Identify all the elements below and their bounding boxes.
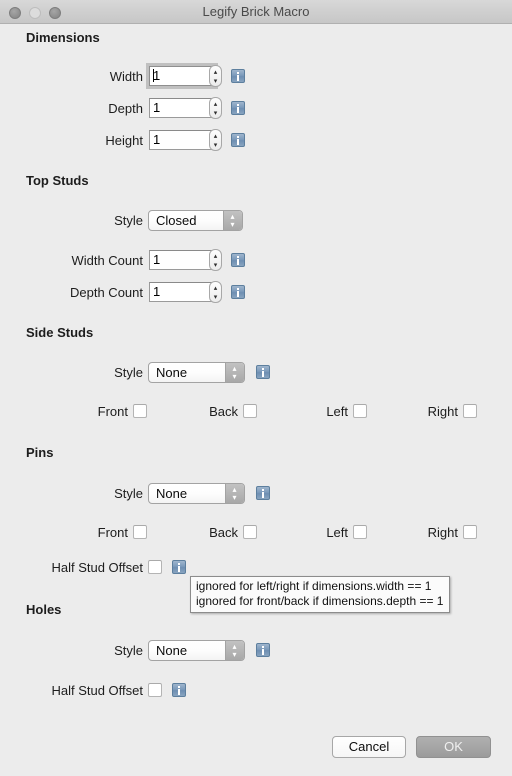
label-pins-style: Style <box>114 486 143 501</box>
stepper-depth[interactable]: ▴ ▾ <box>209 97 222 119</box>
section-header-side-studs: Side Studs <box>26 325 94 340</box>
cancel-button[interactable]: Cancel <box>332 736 406 758</box>
label-pins-left: Left <box>326 525 348 540</box>
info-icon-height[interactable] <box>231 133 245 147</box>
popup-value: Closed <box>156 213 197 228</box>
stepper-height[interactable]: ▴ ▾ <box>209 129 222 151</box>
info-icon-holes-half-stud-offset[interactable] <box>172 683 186 697</box>
info-icon-pins-half-stud-offset[interactable] <box>172 560 186 574</box>
stepper-width[interactable]: ▴ ▾ <box>209 65 222 87</box>
popup-holes-style[interactable]: None ▴ ▾ <box>148 640 245 661</box>
chevron-down-icon: ▾ <box>232 372 237 381</box>
label-side-studs-right: Right <box>427 404 458 419</box>
chevron-updown-icon[interactable]: ▴ ▾ <box>225 363 244 382</box>
text-caret <box>153 69 154 82</box>
info-icon-width[interactable] <box>231 69 245 83</box>
checkbox-pins-half-stud-offset[interactable] <box>148 560 162 574</box>
label-side-studs-back: Back <box>209 404 238 419</box>
stepper-down-icon[interactable]: ▾ <box>210 262 221 269</box>
label-pins-front: Front <box>97 525 128 540</box>
label-height: Height <box>105 133 143 148</box>
label-depth-count: Depth Count <box>70 285 143 300</box>
label-width-count: Width Count <box>71 253 143 268</box>
tooltip-line-2: ignored for front/back if dimensions.dep… <box>196 594 444 608</box>
label-top-studs-style: Style <box>114 213 143 228</box>
label-pins-right: Right <box>427 525 458 540</box>
info-icon-depth[interactable] <box>231 101 245 115</box>
stepper-down-icon[interactable]: ▾ <box>210 110 221 117</box>
section-header-pins: Pins <box>26 445 54 460</box>
section-header-holes: Holes <box>26 602 62 617</box>
popup-top-studs-style[interactable]: Closed ▴ ▾ <box>148 210 243 231</box>
stepper-up-icon[interactable]: ▴ <box>210 133 221 140</box>
tooltip: ignored for left/right if dimensions.wid… <box>190 576 450 613</box>
tooltip-line-1: ignored for left/right if dimensions.wid… <box>196 579 432 593</box>
section-header-top-studs: Top Studs <box>26 173 89 188</box>
popup-value: None <box>156 486 188 501</box>
checkbox-holes-half-stud-offset[interactable] <box>148 683 162 697</box>
popup-side-studs-style[interactable]: None ▴ ▾ <box>148 362 245 383</box>
checkbox-side-studs-right[interactable] <box>463 404 477 418</box>
popup-value: None <box>156 365 188 380</box>
stepper-up-icon[interactable]: ▴ <box>210 69 221 76</box>
info-icon-width-count[interactable] <box>231 253 245 267</box>
chevron-down-icon: ▾ <box>232 650 237 659</box>
label-side-studs-front: Front <box>97 404 128 419</box>
dialog-window: Legify Brick Macro Dimensions Width 1 ▴ … <box>0 0 512 776</box>
info-icon-depth-count[interactable] <box>231 285 245 299</box>
popup-pins-style[interactable]: None ▴ ▾ <box>148 483 245 504</box>
popup-value: None <box>156 643 188 658</box>
stepper-up-icon[interactable]: ▴ <box>210 285 221 292</box>
window-title: Legify Brick Macro <box>202 4 310 19</box>
checkbox-pins-right[interactable] <box>463 525 477 539</box>
label-side-studs-left: Left <box>326 404 348 419</box>
chevron-updown-icon[interactable]: ▴ ▾ <box>225 484 244 503</box>
label-pins-back: Back <box>209 525 238 540</box>
label-holes-half-stud-offset: Half Stud Offset <box>51 683 143 698</box>
ok-button[interactable]: OK <box>416 736 491 758</box>
input-height[interactable]: 1 <box>149 130 215 150</box>
input-depth-count[interactable]: 1 <box>149 282 215 302</box>
info-icon-pins-style[interactable] <box>256 486 270 500</box>
label-holes-style: Style <box>114 643 143 658</box>
info-icon-side-studs-style[interactable] <box>256 365 270 379</box>
stepper-depth-count[interactable]: ▴ ▾ <box>209 281 222 303</box>
input-width-count[interactable]: 1 <box>149 250 215 270</box>
input-depth[interactable]: 1 <box>149 98 215 118</box>
stepper-down-icon[interactable]: ▾ <box>210 78 221 85</box>
info-icon-holes-style[interactable] <box>256 643 270 657</box>
stepper-width-count[interactable]: ▴ ▾ <box>209 249 222 271</box>
stepper-down-icon[interactable]: ▾ <box>210 294 221 301</box>
label-pins-half-stud-offset: Half Stud Offset <box>51 560 143 575</box>
chevron-down-icon: ▾ <box>230 220 235 229</box>
chevron-down-icon: ▾ <box>232 493 237 502</box>
title-bar: Legify Brick Macro <box>0 0 512 24</box>
label-depth: Depth <box>108 101 143 116</box>
label-side-studs-style: Style <box>114 365 143 380</box>
dialog-content: Dimensions Width 1 ▴ ▾ Depth 1 ▴ ▾ Heigh… <box>0 24 512 776</box>
chevron-updown-icon[interactable]: ▴ ▾ <box>223 211 242 230</box>
stepper-up-icon[interactable]: ▴ <box>210 253 221 260</box>
chevron-updown-icon[interactable]: ▴ ▾ <box>225 641 244 660</box>
label-width: Width <box>109 69 143 84</box>
stepper-down-icon[interactable]: ▾ <box>210 142 221 149</box>
stepper-up-icon[interactable]: ▴ <box>210 101 221 108</box>
input-width[interactable]: 1 <box>146 63 218 89</box>
section-header-dimensions: Dimensions <box>26 30 100 45</box>
